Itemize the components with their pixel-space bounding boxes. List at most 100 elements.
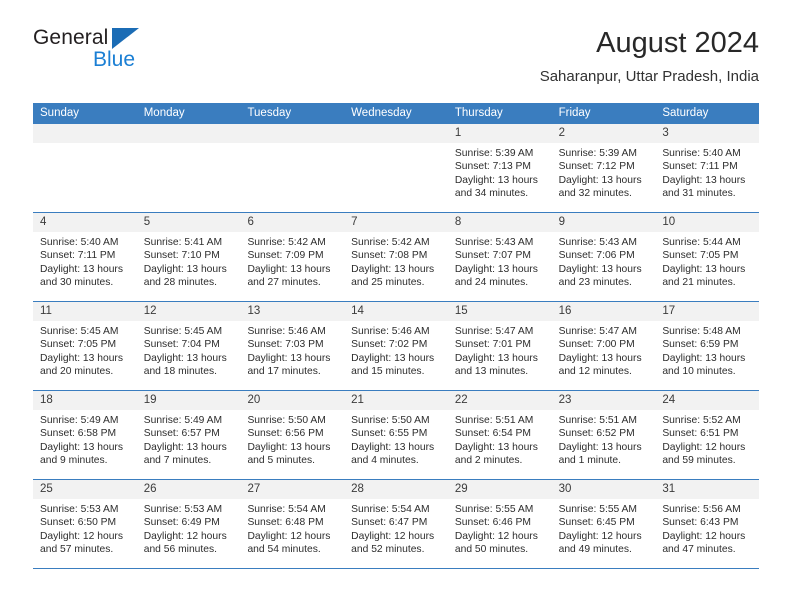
sunrise-text: Sunrise: 5:40 AM (662, 148, 741, 159)
sunrise-text: Sunrise: 5:47 AM (454, 326, 534, 337)
day-number: 22 (447, 391, 552, 410)
sunrise-text: Sunrise: 5:55 AM (558, 504, 638, 515)
sunrise-text: Sunrise: 5:39 AM (454, 148, 534, 159)
calendar-day-cell[interactable]: 30 Sunrise: 5:55 AM Sunset: 6:45 PM Dayligh… (551, 480, 656, 568)
daylight-text: Daylight: 13 hours and 5 minutes. (247, 441, 331, 466)
day-number: 24 (655, 391, 760, 410)
day-number: 19 (136, 391, 241, 410)
day-number: 26 (136, 480, 241, 499)
sunset-text: Sunset: 7:13 PM (454, 161, 532, 173)
day-details: Sunrise: 5:45 AM Sunset: 7:04 PM Daylight:… (137, 321, 241, 378)
calendar-day-cell[interactable]: 21 Sunrise: 5:50 AM Sunset: 6:55 PM Dayligh… (344, 391, 448, 479)
day-number: 7 (344, 213, 448, 232)
sunrise-text: Sunrise: 5:42 AM (247, 237, 326, 248)
day-number: 15 (447, 302, 552, 321)
calendar-day-cell[interactable]: 4 Sunrise: 5:40 AM Sunset: 7:11 PM Daylight… (33, 213, 137, 301)
calendar-week-row: 25 Sunrise: 5:53 AM Sunset: 6:50 PM Dayligh… (33, 479, 760, 569)
calendar-grid: Sunday Monday Tuesday Wednesday Thursday Frid… (33, 103, 760, 569)
day-number: 18 (33, 391, 137, 410)
sunrise-text: Sunrise: 5:50 AM (247, 415, 326, 426)
calendar-day-cell[interactable]: 28 Sunrise: 5:54 AM Sunset: 6:47 PM Dayligh… (344, 480, 448, 568)
sunset-text: Sunset: 7:11 PM (40, 250, 116, 262)
daylight-text: Daylight: 13 hours and 1 minute. (558, 441, 642, 466)
day-details: Sunrise: 5:51 AM Sunset: 6:52 PM Daylight:… (552, 410, 656, 467)
day-details: Sunrise: 5:50 AM Sunset: 6:56 PM Daylight:… (240, 410, 344, 467)
day-number: 13 (240, 302, 345, 321)
sunset-text: Sunset: 7:01 PM (454, 339, 532, 351)
sunrise-text: Sunrise: 5:51 AM (558, 415, 638, 426)
daylight-text: Daylight: 13 hours and 21 minutes. (662, 263, 746, 288)
day-details: Sunrise: 5:54 AM Sunset: 6:48 PM Daylight:… (240, 499, 344, 556)
calendar-day-cell[interactable]: 8 Sunrise: 5:43 AM Sunset: 7:07 PM Daylight… (447, 213, 552, 301)
sunrise-text: Sunrise: 5:39 AM (558, 148, 638, 159)
day-number: 31 (655, 480, 760, 499)
day-number: 6 (240, 213, 345, 232)
calendar-day-cell[interactable]: 2 Sunrise: 5:39 AM Sunset: 7:12 PM Daylight… (551, 124, 656, 212)
calendar-day-cell[interactable]: 24 Sunrise: 5:52 AM Sunset: 6:51 PM Dayligh… (655, 391, 760, 479)
day-details: Sunrise: 5:47 AM Sunset: 7:01 PM Daylight:… (448, 321, 552, 378)
calendar-day-cell[interactable]: 16 Sunrise: 5:47 AM Sunset: 7:00 PM Dayligh… (551, 302, 656, 390)
logo-text-blue: Blue (93, 48, 136, 71)
day-number: 2 (551, 124, 656, 143)
calendar-day-cell[interactable]: 27 Sunrise: 5:54 AM Sunset: 6:48 PM Dayligh… (240, 480, 345, 568)
calendar-day-cell[interactable]: 26 Sunrise: 5:53 AM Sunset: 6:49 PM Dayligh… (136, 480, 241, 568)
calendar-day-cell[interactable]: 20 Sunrise: 5:50 AM Sunset: 6:56 PM Dayligh… (240, 391, 345, 479)
day-number: 25 (33, 480, 137, 499)
calendar-day-cell[interactable]: 9 Sunrise: 5:43 AM Sunset: 7:06 PM Daylight… (551, 213, 656, 301)
calendar-day-cell[interactable]: 6 Sunrise: 5:42 AM Sunset: 7:09 PM Daylight… (240, 213, 345, 301)
calendar-day-cell[interactable]: 31 Sunrise: 5:56 AM Sunset: 6:43 PM Dayligh… (655, 480, 760, 568)
weekday-header-row: Sunday Monday Tuesday Wednesday Thursday Frid… (33, 103, 759, 124)
sunrise-text: Sunrise: 5:44 AM (662, 237, 741, 248)
calendar-day-cell[interactable]: 13 Sunrise: 5:46 AM Sunset: 7:03 PM Dayligh… (240, 302, 345, 390)
sunset-text: Sunset: 6:50 PM (40, 517, 117, 529)
calendar-day-cell[interactable]: 3 Sunrise: 5:40 AM Sunset: 7:11 PM Daylight… (655, 124, 760, 212)
sunset-text: Sunset: 7:04 PM (143, 339, 220, 351)
day-number: 29 (447, 480, 552, 499)
daylight-text: Daylight: 13 hours and 20 minutes. (40, 352, 123, 377)
day-number: 3 (655, 124, 760, 143)
calendar-page: General Blue August 2024 Saharanpur, Utt… (0, 0, 792, 612)
sunset-text: Sunset: 6:56 PM (247, 428, 324, 440)
calendar-day-cell-empty (240, 124, 345, 212)
day-details: Sunrise: 5:39 AM Sunset: 7:12 PM Daylight:… (552, 143, 656, 200)
daylight-text: Daylight: 13 hours and 7 minutes. (143, 441, 227, 466)
sunrise-text: Sunrise: 5:48 AM (662, 326, 741, 337)
sunset-text: Sunset: 7:10 PM (143, 250, 220, 262)
sunrise-text: Sunrise: 5:54 AM (247, 504, 326, 515)
calendar-day-cell[interactable]: 18 Sunrise: 5:49 AM Sunset: 6:58 PM Dayligh… (33, 391, 137, 479)
sunset-text: Sunset: 6:49 PM (143, 517, 220, 529)
daylight-text: Daylight: 13 hours and 17 minutes. (247, 352, 331, 377)
calendar-day-cell[interactable]: 10 Sunrise: 5:44 AM Sunset: 7:05 PM Dayligh… (655, 213, 760, 301)
sunrise-text: Sunrise: 5:43 AM (558, 237, 638, 248)
day-number: 9 (551, 213, 656, 232)
calendar-day-cell[interactable]: 22 Sunrise: 5:51 AM Sunset: 6:54 PM Dayligh… (447, 391, 552, 479)
calendar-day-cell[interactable]: 23 Sunrise: 5:51 AM Sunset: 6:52 PM Dayligh… (551, 391, 656, 479)
daylight-text: Daylight: 13 hours and 32 minutes. (558, 174, 642, 199)
calendar-day-cell[interactable]: 1 Sunrise: 5:39 AM Sunset: 7:13 PM Daylight… (447, 124, 552, 212)
day-details: Sunrise: 5:48 AM Sunset: 6:59 PM Daylight:… (655, 321, 759, 378)
day-details: Sunrise: 5:53 AM Sunset: 6:49 PM Daylight:… (137, 499, 241, 556)
weekday-header-friday: Friday (558, 107, 591, 119)
calendar-day-cell[interactable]: 11 Sunrise: 5:45 AM Sunset: 7:05 PM Dayligh… (33, 302, 137, 390)
calendar-day-cell-empty (344, 124, 448, 212)
calendar-day-cell[interactable]: 29 Sunrise: 5:55 AM Sunset: 6:46 PM Dayligh… (447, 480, 552, 568)
day-number: 16 (551, 302, 656, 321)
calendar-day-cell[interactable]: 14 Sunrise: 5:46 AM Sunset: 7:02 PM Dayligh… (344, 302, 448, 390)
calendar-day-cell[interactable]: 7 Sunrise: 5:42 AM Sunset: 7:08 PM Daylight… (344, 213, 448, 301)
calendar-day-cell[interactable]: 12 Sunrise: 5:45 AM Sunset: 7:04 PM Dayligh… (136, 302, 241, 390)
calendar-day-cell[interactable]: 17 Sunrise: 5:48 AM Sunset: 6:59 PM Dayligh… (655, 302, 760, 390)
day-number: 27 (240, 480, 345, 499)
daylight-text: Daylight: 12 hours and 56 minutes. (143, 530, 227, 555)
calendar-day-cell[interactable]: 19 Sunrise: 5:49 AM Sunset: 6:57 PM Dayligh… (136, 391, 241, 479)
day-details: Sunrise: 5:55 AM Sunset: 6:46 PM Daylight:… (448, 499, 552, 556)
general-blue-logo[interactable]: General Blue (33, 26, 163, 82)
sunset-text: Sunset: 6:43 PM (662, 517, 739, 529)
sunset-text: Sunset: 7:06 PM (558, 250, 635, 262)
calendar-day-cell[interactable]: 5 Sunrise: 5:41 AM Sunset: 7:10 PM Daylight… (136, 213, 241, 301)
title-block: August 2024 Saharanpur, Uttar Pradesh, I… (540, 26, 759, 87)
calendar-day-cell[interactable]: 25 Sunrise: 5:53 AM Sunset: 6:50 PM Dayligh… (33, 480, 137, 568)
sunset-text: Sunset: 7:11 PM (662, 161, 738, 173)
day-details: Sunrise: 5:50 AM Sunset: 6:55 PM Daylight:… (344, 410, 448, 467)
sunrise-text: Sunrise: 5:41 AM (143, 237, 223, 248)
calendar-day-cell[interactable]: 15 Sunrise: 5:47 AM Sunset: 7:01 PM Dayligh… (447, 302, 552, 390)
